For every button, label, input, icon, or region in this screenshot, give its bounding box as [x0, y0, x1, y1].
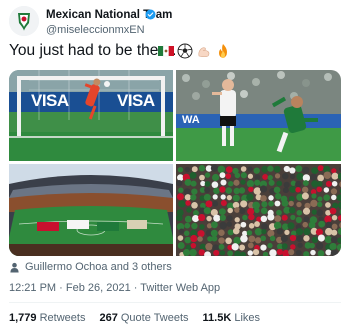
mexico-flag-icon [158, 45, 174, 57]
quote-tweets-count: 267 [99, 312, 118, 324]
divider [9, 302, 341, 303]
person-icon [10, 262, 19, 273]
retweets-stat[interactable]: 1,779 Retweets [9, 312, 85, 324]
quote-tweets-stat[interactable]: 267 Quote Tweets [99, 312, 188, 324]
banner-wa: WA [182, 114, 200, 126]
tagged-people-text[interactable]: Guillermo Ochoa and 3 others [25, 261, 172, 273]
tweet-emojis [158, 42, 231, 60]
players-celebrating-photo[interactable]: WA [176, 70, 341, 161]
likes-label: Likes [234, 312, 261, 324]
tweet-timestamp-source[interactable]: 12:21 PM · Feb 26, 2021 · Twitter Web Ap… [9, 282, 220, 294]
quote-tweets-label: Quote Tweets [120, 312, 189, 324]
avatar[interactable] [9, 6, 39, 36]
verified-badge-icon [145, 9, 156, 20]
retweets-count: 1,779 [9, 312, 37, 324]
banner-visa-right: VISA [117, 91, 155, 110]
author-handle[interactable]: @miseleccionmxEN [46, 24, 145, 36]
banner-visa-left: VISA [31, 91, 69, 110]
media-grid[interactable]: VISA VISA WA [9, 70, 341, 256]
flexed-biceps-icon [198, 47, 210, 58]
stadium-aerial-photo[interactable] [9, 164, 173, 256]
fire-icon [219, 44, 227, 58]
tagged-people[interactable]: Guillermo Ochoa and 3 others [9, 260, 172, 274]
likes-stat[interactable]: 11.5K Likes [203, 312, 261, 324]
fans-in-stands-photo[interactable] [176, 164, 341, 256]
goalkeeper-diving-save-photo[interactable]: VISA VISA [9, 70, 173, 161]
tweet-text: You just had to be there. [9, 42, 177, 59]
likes-count: 11.5K [202, 312, 232, 324]
retweets-label: Retweets [39, 312, 86, 324]
federation-crest-icon [9, 6, 39, 36]
engagement-stats: 1,779 Retweets 267 Quote Tweets 11.5K Li… [9, 312, 260, 324]
soccer-ball-icon [177, 43, 193, 59]
